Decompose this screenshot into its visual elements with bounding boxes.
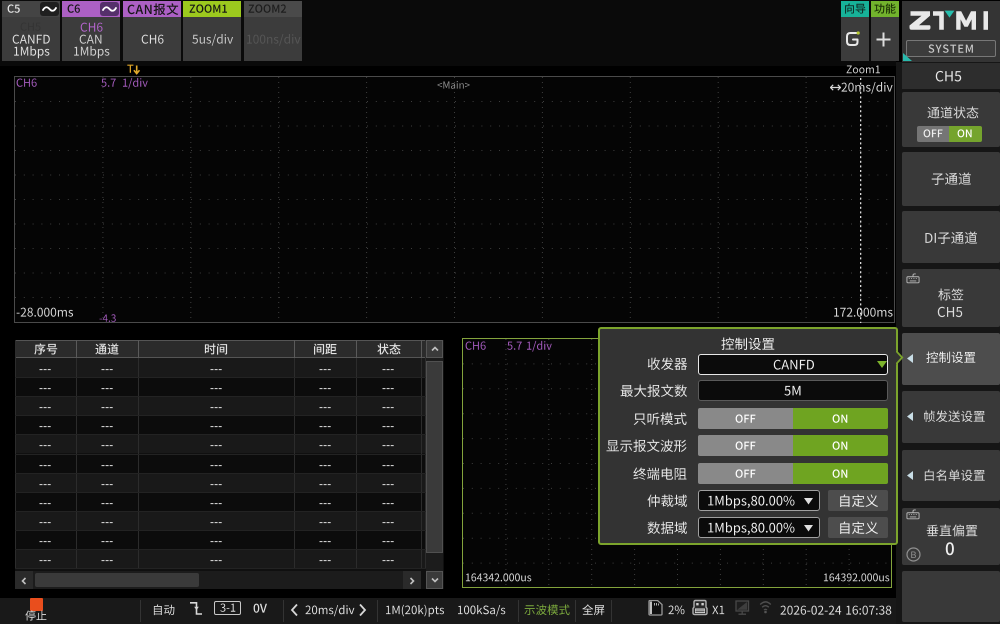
svg-text:B: B (910, 550, 916, 560)
